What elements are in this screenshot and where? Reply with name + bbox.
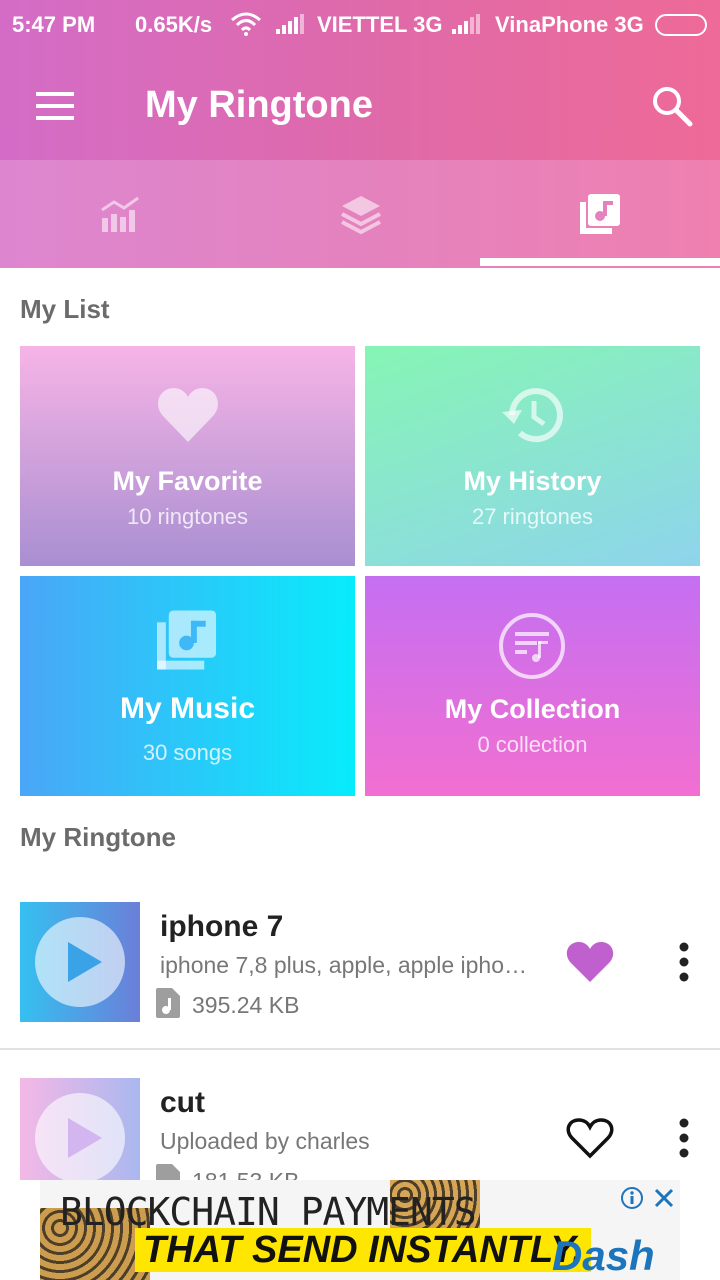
audio-file-icon (156, 1164, 180, 1180)
more-options-icon[interactable] (668, 1116, 700, 1160)
card-title: My History (463, 466, 602, 496)
ad-banner[interactable]: BLOCKCHAIN PAYMENTS THAT SEND INSTANTLY.… (40, 1180, 680, 1280)
favorite-heart-outline-icon[interactable] (566, 1116, 614, 1160)
tab-my-library[interactable] (480, 160, 720, 268)
play-icon (68, 1118, 102, 1158)
section-title-my-ringtone: My Ringtone (20, 822, 176, 852)
card-subtitle: 27 ringtones (471, 504, 594, 529)
page-title: My Ringtone (145, 84, 373, 126)
ad-tagline: THAT SEND INSTANTLY. (135, 1228, 591, 1272)
section-title-my-list: My List (20, 294, 110, 324)
ringtone-title: cut (160, 1086, 205, 1119)
card-title: My Music (119, 692, 256, 725)
play-thumbnail[interactable] (20, 1078, 140, 1180)
app-header: 5:47 PM 0.65K/s VIETTEL 3G VinaPhone 3G … (0, 0, 720, 268)
file-size: 395.24 KB (192, 992, 300, 1018)
status-carrier-2: VinaPhone 3G (495, 12, 644, 37)
card-subtitle: 30 songs (142, 740, 233, 765)
ad-brand-logo: Dash (552, 1232, 655, 1279)
status-time: 5:47 PM (12, 12, 96, 37)
card-my-collection[interactable]: My Collection 0 collection (365, 576, 700, 796)
battery-icon (655, 14, 707, 36)
tab-indicator (480, 258, 720, 266)
card-subtitle: 10 ringtones (126, 504, 249, 529)
card-title: My Collection (444, 694, 621, 724)
tab-categories[interactable] (240, 160, 480, 268)
ad-close-icon[interactable] (652, 1186, 676, 1210)
ringtone-title: iphone 7 (160, 910, 284, 943)
heart-icon (158, 388, 218, 442)
signal-icon (452, 14, 480, 34)
card-title: My Favorite (112, 466, 263, 496)
wifi-icon (231, 12, 261, 36)
more-options-icon[interactable] (668, 940, 700, 984)
ad-info-icon[interactable] (620, 1186, 644, 1210)
list-item[interactable]: cut Uploaded by charles 181.53 KB (0, 1058, 720, 1180)
list-item[interactable]: iphone 7 iphone 7,8 plus, apple, apple i… (0, 882, 720, 1042)
tab-trending[interactable] (0, 160, 240, 268)
tab-bar (0, 160, 720, 268)
hamburger-menu-icon[interactable] (36, 90, 76, 122)
card-subtitle: 0 collection (477, 732, 588, 757)
audio-file-icon (156, 988, 180, 1018)
toolbar: My Ringtone (0, 60, 720, 156)
divider (0, 1048, 720, 1050)
status-network-speed: 0.65K/s (135, 12, 213, 37)
card-my-music[interactable]: My Music 30 songs (20, 576, 355, 796)
music-library-icon (157, 610, 217, 670)
music-library-icon (580, 194, 620, 234)
ringtone-tags: iphone 7,8 plus, apple, apple iphone 7 (160, 952, 530, 978)
file-size: 181.53 KB (192, 1168, 299, 1180)
playlist-icon (499, 613, 565, 679)
status-bar: 5:47 PM 0.65K/s VIETTEL 3G VinaPhone 3G (0, 0, 720, 50)
favorite-heart-icon[interactable] (566, 940, 614, 984)
history-icon (502, 388, 563, 443)
card-my-favorite[interactable]: My Favorite 10 ringtones (20, 346, 355, 566)
card-my-history[interactable]: My History 27 ringtones (365, 346, 700, 566)
play-thumbnail[interactable] (20, 902, 140, 1022)
ringtone-uploader: Uploaded by charles (160, 1128, 370, 1154)
search-icon[interactable] (650, 84, 694, 128)
layers-icon (341, 196, 381, 234)
status-carrier-1: VIETTEL 3G (317, 12, 443, 37)
play-icon (68, 942, 102, 982)
trending-chart-icon (101, 196, 139, 232)
signal-icon (276, 14, 304, 34)
